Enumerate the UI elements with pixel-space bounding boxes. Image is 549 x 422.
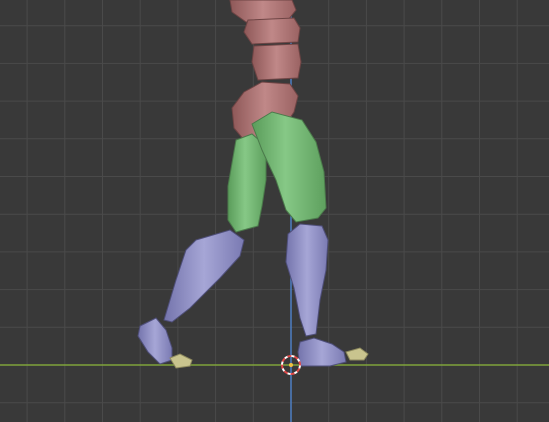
foot-front[interactable]	[297, 337, 347, 367]
foot-back[interactable]	[137, 317, 173, 365]
shin-front[interactable]	[285, 223, 329, 337]
torso-upper[interactable]	[229, 0, 302, 81]
shin-back[interactable]	[163, 229, 245, 323]
toe-front[interactable]	[345, 347, 369, 361]
thigh-back[interactable]	[227, 133, 267, 233]
3d-viewport[interactable]	[0, 0, 549, 422]
toe-back[interactable]	[169, 353, 193, 369]
